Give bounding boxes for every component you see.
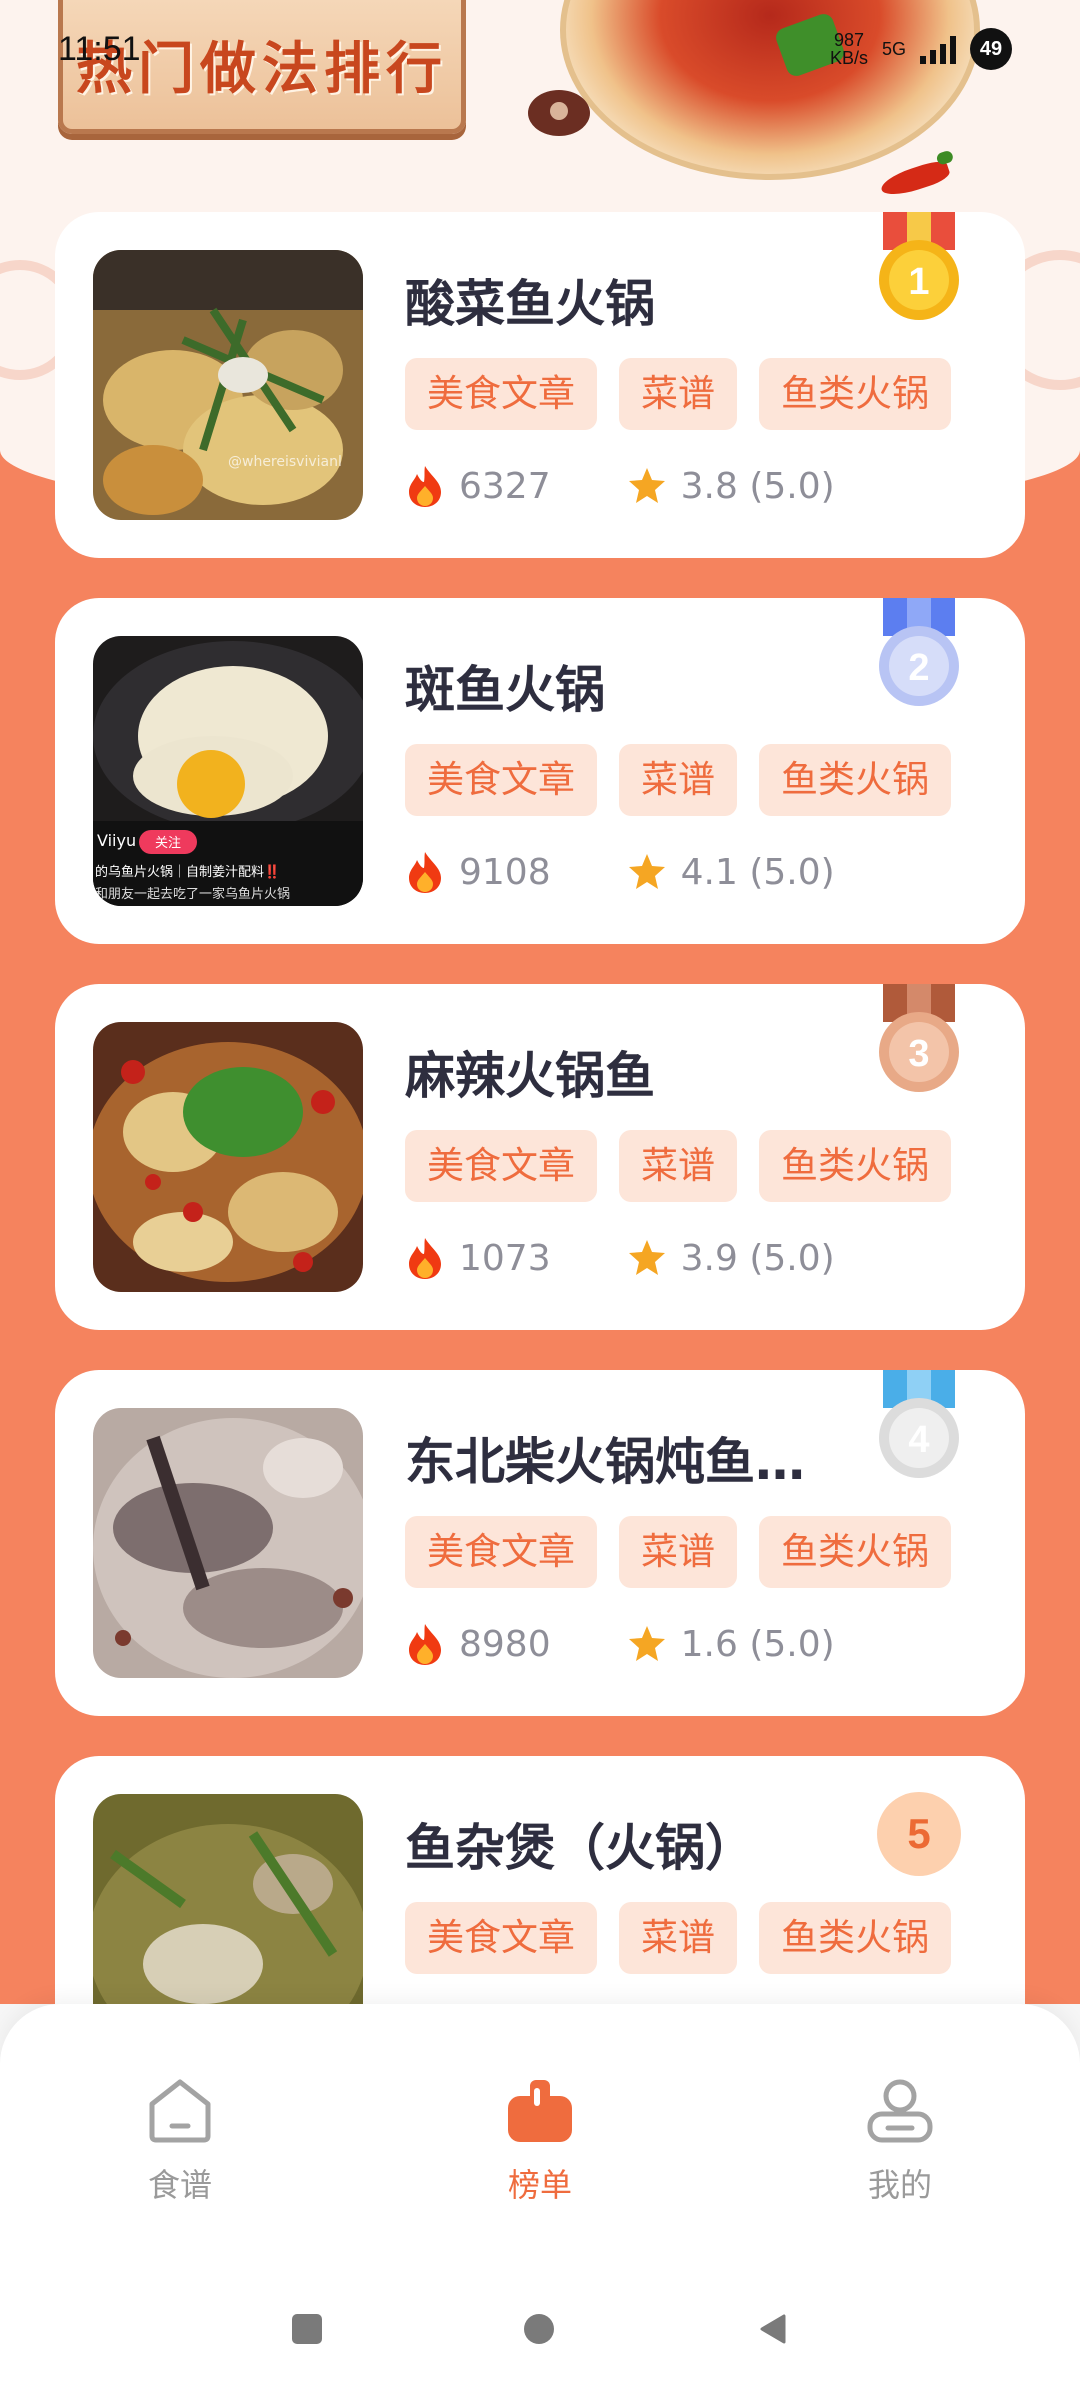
rating-value: 3.9 (5.0)	[680, 1237, 835, 1279]
dish-thumbnail	[93, 1408, 363, 1678]
dish-thumbnail	[93, 1022, 363, 1292]
nav-label: 食谱	[147, 2166, 212, 2204]
rating-value: 1.6 (5.0)	[680, 1623, 835, 1665]
rating-stat: 4.1 (5.0)	[627, 852, 835, 893]
tag-list: 美食文章 菜谱 鱼类火锅	[405, 1130, 951, 1202]
silver-medal-icon: 2	[879, 598, 959, 706]
recents-button[interactable]	[290, 2312, 324, 2346]
tag[interactable]: 菜谱	[619, 1516, 737, 1588]
dish-thumbnail: @whereisvivianl	[93, 250, 363, 520]
stats-row: 6327 3.8 (5.0)	[405, 464, 835, 508]
stats-row: 8980 1.6 (5.0)	[405, 1622, 835, 1666]
rating-stat: 1.6 (5.0)	[627, 1624, 835, 1665]
heat-count: 8980	[459, 1623, 551, 1665]
star-icon	[628, 1626, 665, 1661]
nav-label: 榜单	[507, 2166, 572, 2204]
profile-icon	[867, 2079, 933, 2143]
back-button[interactable]	[756, 2312, 790, 2346]
heat-stat: 9108	[405, 850, 551, 894]
rank-number: 4	[908, 1419, 929, 1461]
system-navigation-bar	[0, 2290, 1080, 2370]
rank-number: 1	[908, 261, 929, 303]
dish-title: 麻辣火锅鱼	[405, 1047, 655, 1105]
overlay-caption: 的乌鱼片火锅｜自制姜汁配料‼️	[95, 864, 280, 880]
fire-icon	[409, 852, 441, 893]
battery-icon: 49	[970, 28, 1012, 70]
tag-list: 美食文章 菜谱 鱼类火锅	[405, 358, 951, 430]
nav-item-ranking[interactable]: 榜单	[440, 2074, 640, 2206]
rating-value: 4.1 (5.0)	[680, 851, 835, 893]
signal-icon	[920, 34, 956, 64]
heat-stat: 1073	[405, 1236, 551, 1280]
ranking-card[interactable]: 东北柴火锅炖鱼… 美食文章 菜谱 鱼类火锅 8980 1.6 (5.0) 4	[55, 1370, 1025, 1716]
overlay-caption: 和朋友一起去吃了一家乌鱼片火锅	[95, 886, 290, 902]
home-button[interactable]	[522, 2312, 556, 2346]
nav-item-profile[interactable]: 我的	[800, 2074, 1000, 2206]
stats-row: 1073 3.9 (5.0)	[405, 1236, 835, 1280]
thumbnail-watermark: @whereisvivianl	[228, 454, 342, 470]
tag[interactable]: 菜谱	[619, 1130, 737, 1202]
tag-list: 美食文章 菜谱 鱼类火锅	[405, 744, 951, 816]
heat-count: 6327	[459, 465, 551, 507]
ranking-card[interactable]: Viiyu 关注 的乌鱼片火锅｜自制姜汁配料‼️ 和朋友一起去吃了一家乌鱼片火锅…	[55, 598, 1025, 944]
dish-thumbnail: Viiyu 关注 的乌鱼片火锅｜自制姜汁配料‼️ 和朋友一起去吃了一家乌鱼片火锅	[93, 636, 363, 906]
heat-count: 1073	[459, 1237, 551, 1279]
fire-icon	[409, 466, 441, 507]
rank-badge: 5	[877, 1792, 961, 1876]
rank-number: 3	[908, 1033, 929, 1075]
dish-title: 酸菜鱼火锅	[405, 275, 655, 333]
silver-medal-icon: 4	[879, 1370, 959, 1478]
bronze-medal-icon: 3	[879, 984, 959, 1092]
tag[interactable]: 菜谱	[619, 744, 737, 816]
tag[interactable]: 美食文章	[405, 1516, 597, 1588]
nav-label: 我的	[867, 2166, 932, 2204]
dish-title: 鱼杂煲（火锅）	[405, 1819, 755, 1877]
tag[interactable]: 菜谱	[619, 1902, 737, 1974]
network-type: 5G	[881, 39, 906, 59]
tag[interactable]: 鱼类火锅	[759, 1902, 951, 1974]
star-icon	[628, 1240, 665, 1275]
tag-list: 美食文章 菜谱 鱼类火锅	[405, 1516, 951, 1588]
dish-title: 东北柴火锅炖鱼…	[405, 1433, 805, 1491]
tag[interactable]: 美食文章	[405, 1902, 597, 1974]
dish-title: 斑鱼火锅	[405, 661, 605, 719]
fire-icon	[409, 1238, 441, 1279]
home-icon	[149, 2079, 211, 2143]
heat-count: 9108	[459, 851, 551, 893]
fire-icon	[409, 1624, 441, 1665]
tag[interactable]: 美食文章	[405, 358, 597, 430]
rating-value: 3.8 (5.0)	[680, 465, 835, 507]
rating-stat: 3.9 (5.0)	[627, 1238, 835, 1279]
tag[interactable]: 鱼类火锅	[759, 1516, 951, 1588]
tag-list: 美食文章 菜谱 鱼类火锅	[405, 1902, 951, 1974]
tag[interactable]: 鱼类火锅	[759, 744, 951, 816]
ranking-card[interactable]: @whereisvivianl 酸菜鱼火锅 美食文章 菜谱 鱼类火锅 6327 …	[55, 212, 1025, 558]
ranking-icon	[508, 2080, 572, 2142]
ranking-card[interactable]: 麻辣火锅鱼 美食文章 菜谱 鱼类火锅 1073 3.9 (5.0) 3	[55, 984, 1025, 1330]
tag[interactable]: 美食文章	[405, 744, 597, 816]
network-speed: 987 KB/s	[829, 30, 868, 68]
rating-stat: 3.8 (5.0)	[627, 466, 835, 507]
rank-number: 2	[908, 647, 929, 689]
heat-stat: 6327	[405, 464, 551, 508]
tag[interactable]: 鱼类火锅	[759, 1130, 951, 1202]
gold-medal-icon: 1	[879, 212, 959, 320]
chili-illustration	[878, 157, 952, 201]
tag[interactable]: 鱼类火锅	[759, 358, 951, 430]
heat-stat: 8980	[405, 1622, 551, 1666]
tag[interactable]: 菜谱	[619, 358, 737, 430]
tag[interactable]: 美食文章	[405, 1130, 597, 1202]
status-time: 11:51	[58, 30, 141, 68]
nav-item-recipes[interactable]: 食谱	[80, 2074, 280, 2206]
overlay-follow: 关注	[155, 836, 181, 851]
star-icon	[628, 854, 665, 889]
stats-row: 9108 4.1 (5.0)	[405, 850, 835, 894]
status-bar: 11:51 987 KB/s 5G 49	[0, 0, 1080, 100]
star-icon	[628, 468, 665, 503]
overlay-username: Viiyu	[97, 831, 136, 850]
